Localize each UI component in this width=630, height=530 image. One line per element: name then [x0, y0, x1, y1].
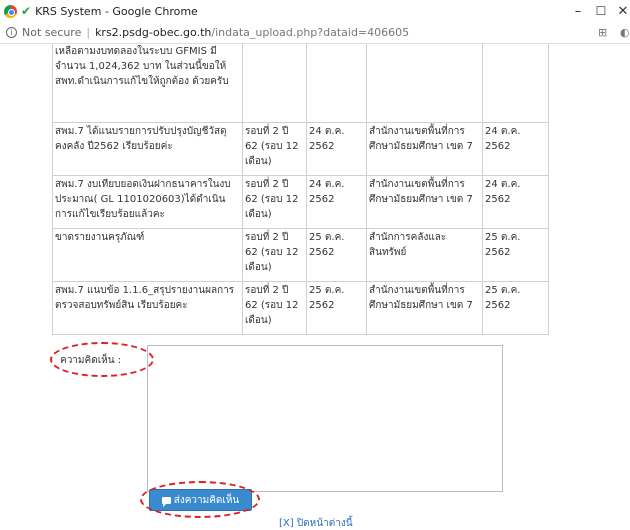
- page-content: เหลือตามงบทดลองในระบบ GFMIS มีจำนวน 1,02…: [0, 44, 630, 530]
- annotation-circle-send: [140, 481, 260, 518]
- address-path: /indata_upload.php?dataid=406605: [211, 26, 410, 39]
- table-cell: สำนักการคลังและสินทรัพย์: [366, 228, 483, 282]
- table-cell: [306, 44, 367, 123]
- table-cell: สำนักงานเขตพื้นที่การศึกษามัธยมศึกษา เขต…: [366, 122, 483, 176]
- window-titlebar: ✔ KRS System - Google Chrome: [0, 0, 630, 22]
- table-row: เหลือตามงบทดลองในระบบ GFMIS มีจำนวน 1,02…: [52, 44, 549, 123]
- table-cell: 25 ต.ค. 2562: [306, 281, 367, 335]
- table-cell: รอบที่ 2 ปี 62 (รอบ 12 เดือน): [242, 281, 307, 335]
- table-cell: สพม.7 แนบข้อ 1.1.6_สรุปรายงานผลการตรวจสอ…: [52, 281, 243, 335]
- check-icon: ✔: [21, 4, 32, 18]
- comment-textarea[interactable]: [147, 345, 503, 492]
- annotation-circle-comment: [50, 342, 154, 377]
- table-cell: รอบที่ 2 ปี 62 (รอบ 12 เดือน): [242, 175, 307, 229]
- address-host: krs2.psdg-obec.go.th: [95, 26, 212, 39]
- table-cell: รอบที่ 2 ปี 62 (รอบ 12 เดือน): [242, 122, 307, 176]
- security-label: Not secure: [22, 26, 82, 39]
- extension-icon[interactable]: ◐: [620, 26, 630, 39]
- table-cell: 24 ต.ค. 2562: [306, 122, 367, 176]
- table-row: สพม.7 ได้แนบรายการปรับปรุงบัญชีวัสดุคงคล…: [52, 122, 549, 176]
- table-cell: 25 ต.ค. 2562: [482, 281, 549, 335]
- table-cell: สพม.7 งบเทียบยอดเงินฝากธนาคารในงบประมาณ(…: [52, 175, 243, 229]
- table-cell: [366, 44, 483, 123]
- address-bar[interactable]: i Not secure | krs2.psdg-obec.go.th /ind…: [0, 22, 630, 44]
- table-cell: 25 ต.ค. 2562: [306, 228, 367, 282]
- table-row: สพม.7 งบเทียบยอดเงินฝากธนาคารในงบประมาณ(…: [52, 175, 549, 229]
- table-cell: สพม.7 ได้แนบรายการปรับปรุงบัญชีวัสดุคงคล…: [52, 122, 243, 176]
- table-cell: ขาดรายงานครุภัณฑ์: [52, 228, 243, 282]
- close-window-link[interactable]: [X] ปิดหน้าต่างนี้: [279, 516, 353, 530]
- table-cell: รอบที่ 2 ปี 62 (รอบ 12 เดือน): [242, 228, 307, 282]
- translate-icon[interactable]: ⊞: [598, 26, 607, 39]
- info-icon[interactable]: i: [6, 27, 17, 38]
- window-title: KRS System - Google Chrome: [35, 4, 198, 18]
- table-cell: [242, 44, 307, 123]
- table-cell: สำนักงานเขตพื้นที่การศึกษามัธยมศึกษา เขต…: [366, 281, 483, 335]
- address-separator: |: [86, 26, 91, 39]
- table-cell: 24 ต.ค. 2562: [306, 175, 367, 229]
- table-cell: 25 ต.ค. 2562: [482, 228, 549, 282]
- table-cell: [482, 44, 549, 123]
- data-table: เหลือตามงบทดลองในระบบ GFMIS มีจำนวน 1,02…: [52, 44, 549, 335]
- chrome-icon: [4, 4, 17, 18]
- minimize-button[interactable]: –: [568, 0, 588, 22]
- table-row: ขาดรายงานครุภัณฑ์ รอบที่ 2 ปี 62 (รอบ 12…: [52, 228, 549, 282]
- close-button[interactable]: ✕: [616, 0, 630, 22]
- table-row: สพม.7 แนบข้อ 1.1.6_สรุปรายงานผลการตรวจสอ…: [52, 281, 549, 335]
- maximize-button[interactable]: ☐: [591, 0, 611, 22]
- table-cell: เหลือตามงบทดลองในระบบ GFMIS มีจำนวน 1,02…: [52, 44, 243, 123]
- table-cell: 24 ต.ค. 2562: [482, 122, 549, 176]
- table-cell: สำนักงานเขตพื้นที่การศึกษามัธยมศึกษา เขต…: [366, 175, 483, 229]
- table-cell: 24 ต.ค. 2562: [482, 175, 549, 229]
